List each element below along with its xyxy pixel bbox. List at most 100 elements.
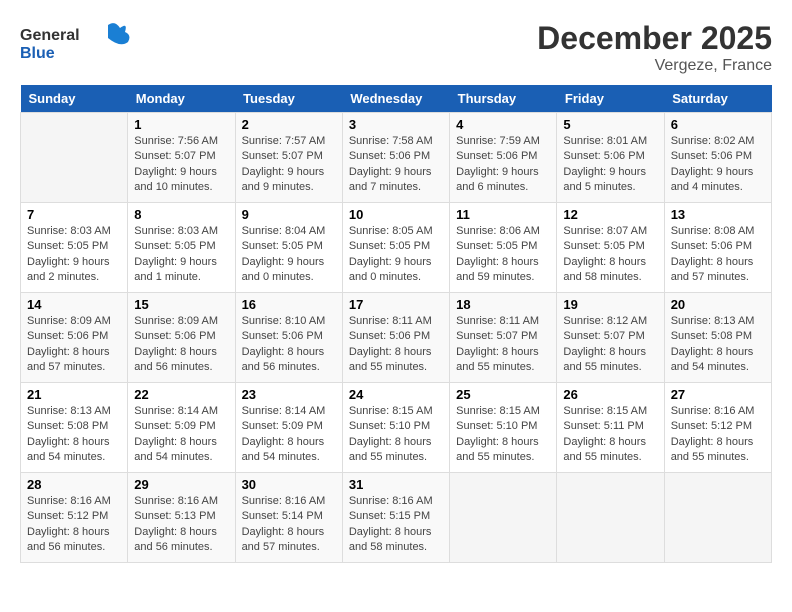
calendar-cell: 30 Sunrise: 8:16 AMSunset: 5:14 PMDayligh… <box>235 473 342 563</box>
day-number: 18 <box>456 297 550 312</box>
day-number: 17 <box>349 297 443 312</box>
day-info: Sunrise: 8:13 AMSunset: 5:08 PMDaylight:… <box>27 404 121 466</box>
day-info: Sunrise: 8:06 AMSunset: 5:05 PMDaylight:… <box>456 224 550 286</box>
day-number: 20 <box>671 297 765 312</box>
day-info: Sunrise: 8:16 AMSunset: 5:15 PMDaylight:… <box>349 494 443 556</box>
calendar-cell: 24 Sunrise: 8:15 AMSunset: 5:10 PMDayligh… <box>342 383 449 473</box>
day-number: 10 <box>349 207 443 222</box>
location: Vergeze, France <box>537 57 772 75</box>
day-info: Sunrise: 8:16 AMSunset: 5:13 PMDaylight:… <box>134 494 228 556</box>
day-info: Sunrise: 8:14 AMSunset: 5:09 PMDaylight:… <box>134 404 228 466</box>
calendar-cell: 13Sunrise: 8:08 AMSunset: 5:06 PMDayligh… <box>664 203 771 293</box>
calendar-cell: 5 Sunrise: 8:01 AMSunset: 5:06 PMDaylight… <box>557 113 664 203</box>
day-number: 8 <box>134 207 228 222</box>
calendar-cell: 2Sunrise: 7:57 AMSunset: 5:07 PMDaylight… <box>235 113 342 203</box>
day-number: 22 <box>134 387 228 402</box>
calendar-cell: 22 Sunrise: 8:14 AMSunset: 5:09 PMDayligh… <box>128 383 235 473</box>
day-info: Sunrise: 8:03 AMSunset: 5:05 PMDaylight:… <box>27 224 121 286</box>
day-info: Sunrise: 8:05 AMSunset: 5:05 PMDaylight:… <box>349 224 443 286</box>
calendar-cell: 26 Sunrise: 8:15 AMSunset: 5:11 PMDayligh… <box>557 383 664 473</box>
day-number: 7 <box>27 207 121 222</box>
svg-text:General: General <box>20 27 80 44</box>
day-number: 24 <box>349 387 443 402</box>
day-info: Sunrise: 8:15 AMSunset: 5:10 PMDaylight:… <box>456 404 550 466</box>
calendar-cell: 23 Sunrise: 8:14 AMSunset: 5:09 PMDayligh… <box>235 383 342 473</box>
calendar-cell: 29 Sunrise: 8:16 AMSunset: 5:13 PMDayligh… <box>128 473 235 563</box>
calendar-cell: 27 Sunrise: 8:16 AMSunset: 5:12 PMDayligh… <box>664 383 771 473</box>
day-number: 6 <box>671 117 765 132</box>
day-info: Sunrise: 7:56 AMSunset: 5:07 PMDaylight:… <box>134 134 228 196</box>
calendar-cell: 1 Sunrise: 7:56 AMSunset: 5:07 PMDaylight… <box>128 113 235 203</box>
calendar-week-row: 7 Sunrise: 8:03 AMSunset: 5:05 PMDaylight… <box>21 203 772 293</box>
day-info: Sunrise: 8:09 AMSunset: 5:06 PMDaylight:… <box>27 314 121 376</box>
day-info: Sunrise: 8:11 AMSunset: 5:06 PMDaylight:… <box>349 314 443 376</box>
calendar-cell <box>557 473 664 563</box>
calendar-cell: 14Sunrise: 8:09 AMSunset: 5:06 PMDayligh… <box>21 293 128 383</box>
calendar-cell: 6 Sunrise: 8:02 AMSunset: 5:06 PMDaylight… <box>664 113 771 203</box>
calendar-cell: 16Sunrise: 8:10 AMSunset: 5:06 PMDayligh… <box>235 293 342 383</box>
calendar-cell: 20 Sunrise: 8:13 AMSunset: 5:08 PMDayligh… <box>664 293 771 383</box>
logo-text: General Blue <box>20 20 130 70</box>
day-number: 21 <box>27 387 121 402</box>
calendar-cell: 17 Sunrise: 8:11 AMSunset: 5:06 PMDayligh… <box>342 293 449 383</box>
calendar-cell: 25 Sunrise: 8:15 AMSunset: 5:10 PMDayligh… <box>450 383 557 473</box>
day-info: Sunrise: 8:16 AMSunset: 5:14 PMDaylight:… <box>242 494 336 556</box>
calendar-cell <box>450 473 557 563</box>
day-number: 15 <box>134 297 228 312</box>
day-info: Sunrise: 8:01 AMSunset: 5:06 PMDaylight:… <box>563 134 657 196</box>
day-info: Sunrise: 8:15 AMSunset: 5:10 PMDaylight:… <box>349 404 443 466</box>
calendar-cell: 19Sunrise: 8:12 AMSunset: 5:07 PMDayligh… <box>557 293 664 383</box>
day-number: 27 <box>671 387 765 402</box>
weekday-header-wednesday: Wednesday <box>342 85 449 113</box>
day-number: 11 <box>456 207 550 222</box>
day-info: Sunrise: 8:13 AMSunset: 5:08 PMDaylight:… <box>671 314 765 376</box>
day-info: Sunrise: 7:57 AMSunset: 5:07 PMDaylight:… <box>242 134 336 196</box>
logo: General Blue <box>20 20 130 70</box>
day-number: 29 <box>134 477 228 492</box>
day-info: Sunrise: 8:12 AMSunset: 5:07 PMDaylight:… <box>563 314 657 376</box>
day-info: Sunrise: 8:11 AMSunset: 5:07 PMDaylight:… <box>456 314 550 376</box>
weekday-header-friday: Friday <box>557 85 664 113</box>
page-header: General Blue December 2025 Vergeze, Fran… <box>20 20 772 75</box>
title-section: December 2025 Vergeze, France <box>537 20 772 75</box>
day-number: 12 <box>563 207 657 222</box>
calendar-table: SundayMondayTuesdayWednesdayThursdayFrid… <box>20 85 772 563</box>
day-number: 25 <box>456 387 550 402</box>
day-info: Sunrise: 8:09 AMSunset: 5:06 PMDaylight:… <box>134 314 228 376</box>
day-number: 4 <box>456 117 550 132</box>
weekday-header-saturday: Saturday <box>664 85 771 113</box>
calendar-cell: 9Sunrise: 8:04 AMSunset: 5:05 PMDaylight… <box>235 203 342 293</box>
day-info: Sunrise: 7:59 AMSunset: 5:06 PMDaylight:… <box>456 134 550 196</box>
day-number: 30 <box>242 477 336 492</box>
day-info: Sunrise: 8:03 AMSunset: 5:05 PMDaylight:… <box>134 224 228 286</box>
calendar-cell: 7 Sunrise: 8:03 AMSunset: 5:05 PMDaylight… <box>21 203 128 293</box>
day-info: Sunrise: 8:10 AMSunset: 5:06 PMDaylight:… <box>242 314 336 376</box>
calendar-cell: 31Sunrise: 8:16 AMSunset: 5:15 PMDayligh… <box>342 473 449 563</box>
calendar-week-row: 28Sunrise: 8:16 AMSunset: 5:12 PMDayligh… <box>21 473 772 563</box>
calendar-cell: 21 Sunrise: 8:13 AMSunset: 5:08 PMDayligh… <box>21 383 128 473</box>
calendar-cell <box>21 113 128 203</box>
calendar-week-row: 1 Sunrise: 7:56 AMSunset: 5:07 PMDaylight… <box>21 113 772 203</box>
calendar-cell: 10 Sunrise: 8:05 AMSunset: 5:05 PMDayligh… <box>342 203 449 293</box>
calendar-cell: 18 Sunrise: 8:11 AMSunset: 5:07 PMDayligh… <box>450 293 557 383</box>
weekday-header-row: SundayMondayTuesdayWednesdayThursdayFrid… <box>21 85 772 113</box>
day-info: Sunrise: 8:14 AMSunset: 5:09 PMDaylight:… <box>242 404 336 466</box>
month-title: December 2025 <box>537 20 772 57</box>
day-number: 3 <box>349 117 443 132</box>
day-info: Sunrise: 8:08 AMSunset: 5:06 PMDaylight:… <box>671 224 765 286</box>
day-number: 23 <box>242 387 336 402</box>
day-info: Sunrise: 8:04 AMSunset: 5:05 PMDaylight:… <box>242 224 336 286</box>
calendar-cell: 28Sunrise: 8:16 AMSunset: 5:12 PMDayligh… <box>21 473 128 563</box>
day-info: Sunrise: 8:15 AMSunset: 5:11 PMDaylight:… <box>563 404 657 466</box>
day-number: 26 <box>563 387 657 402</box>
svg-text:Blue: Blue <box>20 45 55 62</box>
weekday-header-monday: Monday <box>128 85 235 113</box>
day-info: Sunrise: 8:16 AMSunset: 5:12 PMDaylight:… <box>671 404 765 466</box>
day-number: 5 <box>563 117 657 132</box>
calendar-cell <box>664 473 771 563</box>
calendar-cell: 12Sunrise: 8:07 AMSunset: 5:05 PMDayligh… <box>557 203 664 293</box>
calendar-cell: 3Sunrise: 7:58 AMSunset: 5:06 PMDaylight… <box>342 113 449 203</box>
day-info: Sunrise: 8:02 AMSunset: 5:06 PMDaylight:… <box>671 134 765 196</box>
weekday-header-sunday: Sunday <box>21 85 128 113</box>
day-number: 1 <box>134 117 228 132</box>
